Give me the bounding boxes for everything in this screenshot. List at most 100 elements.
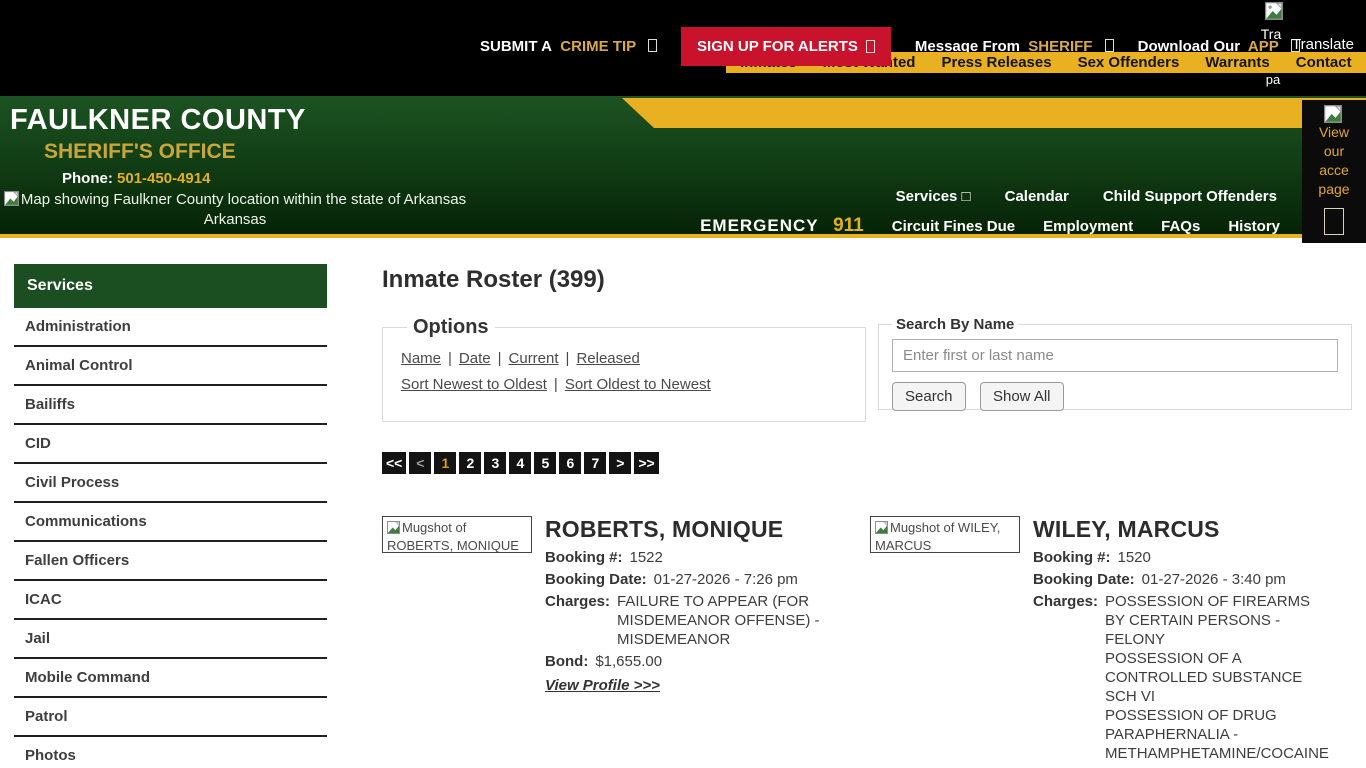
nav-calendar[interactable]: Calendar xyxy=(1005,188,1069,205)
filter-released-link[interactable]: Released xyxy=(576,350,639,367)
page-title: Inmate Roster (399) xyxy=(382,266,605,293)
pagination: << < 1 2 3 4 5 6 7 > >> xyxy=(382,452,1352,474)
charge-item: POSSESSION OF FIREARMS BY CERTAIN PERSON… xyxy=(1105,593,1311,649)
submit-tip-prefix: SUBMIT A xyxy=(480,37,552,55)
mugshot-image-fallback[interactable]: Mugshot of ROBERTS, MONIQUE xyxy=(382,516,532,553)
page-3-button[interactable]: 3 xyxy=(484,452,507,474)
sidebar-item-photos[interactable]: Photos xyxy=(14,737,327,768)
submit-crime-tip-link[interactable]: SUBMIT A CRIME TIP xyxy=(480,37,658,55)
search-panel: Search By Name Search Show All xyxy=(878,316,1352,411)
sort-newest-link[interactable]: Sort Newest to Oldest xyxy=(401,376,547,393)
accessibility-widget[interactable]: View our acce page xyxy=(1302,100,1366,243)
nav-circuit-fines-due[interactable]: Circuit Fines Due xyxy=(892,218,1015,235)
bond-row: Bond: $1,655.00 xyxy=(545,652,831,671)
bond-label: Bond: xyxy=(545,653,589,671)
separator: | xyxy=(565,350,570,367)
submit-tip-highlight: CRIME TIP xyxy=(560,37,636,55)
services-sidebar: Services Administration Animal Control B… xyxy=(14,264,327,768)
booking-number-row: Booking #: 1520 xyxy=(1033,548,1319,567)
booking-number-label: Booking #: xyxy=(545,549,623,566)
nav-history[interactable]: History xyxy=(1228,218,1280,235)
view-profile-link[interactable]: View Profile >>> xyxy=(545,677,660,694)
site-header: FAULKNER COUNTY SHERIFF'S OFFICE Phone: … xyxy=(0,96,1366,243)
charges-row: Charges: FAILURE TO APPEAR (FOR MISDEMEA… xyxy=(545,592,831,649)
translate-alt-fragment: Tra xyxy=(1260,26,1282,42)
filter-links: Name | Date | Current | Released xyxy=(401,350,847,367)
filter-name-link[interactable]: Name xyxy=(401,350,441,367)
page: SUBMIT A CRIME TIP SIGN UP FOR ALERTS Me… xyxy=(0,0,1366,768)
translate-widget[interactable]: Tra pa Translate xyxy=(1256,2,1354,96)
booking-date-label: Booking Date: xyxy=(545,571,647,589)
inmate-name: WILEY, MARCUS xyxy=(1033,516,1220,542)
charge-item: POSSESSION OF A CONTROLLED SUBSTANCE SCH… xyxy=(1105,650,1303,706)
separator: | xyxy=(448,350,452,367)
signup-label: SIGN UP FOR ALERTS xyxy=(697,37,858,55)
main-content: Inmate Roster (399) Options Name | Date | Cu… xyxy=(382,264,1352,768)
sidebar-item-fallen-officers[interactable]: Fallen Officers xyxy=(14,542,327,581)
missing-glyph-icon xyxy=(865,39,875,53)
page-5-button[interactable]: 5 xyxy=(534,452,557,474)
separator: | xyxy=(553,376,558,393)
charges-value: POSSESSION OF FIREARMS BY CERTAIN PERSON… xyxy=(1105,592,1329,763)
sidebar-item-mobile-command[interactable]: Mobile Command xyxy=(14,659,327,698)
charges-value: FAILURE TO APPEAR (FOR MISDEMEANOR OFFEN… xyxy=(617,592,831,649)
sidebar-item-bailiffs[interactable]: Bailiffs xyxy=(14,386,327,425)
site-brand: FAULKNER COUNTY SHERIFF'S OFFICE Phone: … xyxy=(10,104,306,187)
gold-diagonal-band xyxy=(622,98,1366,128)
page-last-button[interactable]: >> xyxy=(634,452,659,474)
booking-date-label: Booking Date: xyxy=(1033,571,1135,589)
sidebar-item-cid[interactable]: CID xyxy=(14,425,327,464)
phone-number[interactable]: 501-450-4914 xyxy=(117,170,210,187)
sort-oldest-link[interactable]: Sort Oldest to Newest xyxy=(565,376,711,393)
charge-item: FAILURE TO APPEAR (FOR MISDEMEANOR OFFEN… xyxy=(617,593,820,649)
emergency-number: 911 xyxy=(833,215,864,236)
nav-services[interactable]: Services □ xyxy=(896,188,971,205)
page-4-button[interactable]: 4 xyxy=(509,452,532,474)
inmate-card: Mugshot of WILEY, MARCUS WILEY, MARCUS B… xyxy=(870,516,1352,768)
page-prev-button[interactable]: < xyxy=(409,452,432,474)
charges-row: Charges: POSSESSION OF FIREARMS BY CERTA… xyxy=(1033,592,1329,763)
nav-warrants[interactable]: Warrants xyxy=(1205,54,1269,71)
inmate-details: WILEY, MARCUS Booking #: 1520 Booking Da… xyxy=(1033,516,1329,768)
search-name-input[interactable] xyxy=(892,339,1338,372)
page-1-button[interactable]: 1 xyxy=(434,452,457,474)
nav-child-support-offenders[interactable]: Child Support Offenders xyxy=(1103,188,1277,205)
search-buttons: Search Show All xyxy=(892,382,1338,411)
sidebar-item-administration[interactable]: Administration xyxy=(14,308,327,347)
page-6-button[interactable]: 6 xyxy=(559,452,582,474)
sign-up-for-alerts-button[interactable]: SIGN UP FOR ALERTS xyxy=(681,26,891,66)
page-2-button[interactable]: 2 xyxy=(459,452,482,474)
booking-date-row: Booking Date: 01-27-2026 - 7:26 pm xyxy=(545,570,831,589)
broken-image-icon xyxy=(387,521,400,534)
filter-current-link[interactable]: Current xyxy=(509,350,559,367)
show-all-button[interactable]: Show All xyxy=(979,382,1064,411)
booking-number-value: 1522 xyxy=(629,549,663,566)
page-first-button[interactable]: << xyxy=(382,452,407,474)
page-7-button[interactable]: 7 xyxy=(584,452,607,474)
nav-press-releases[interactable]: Press Releases xyxy=(941,54,1051,71)
mugshot-image-fallback[interactable]: Mugshot of WILEY, MARCUS xyxy=(870,516,1020,553)
missing-glyph-icon xyxy=(648,38,658,52)
nav-contact[interactable]: Contact xyxy=(1296,54,1352,71)
page-next-button[interactable]: > xyxy=(609,452,632,474)
inmate-details: ROBERTS, MONIQUE Booking #: 1522 Booking… xyxy=(545,516,831,695)
nav-faqs[interactable]: FAQs xyxy=(1161,218,1200,235)
broken-image-icon xyxy=(1260,2,1290,21)
inmate-card: Mugshot of ROBERTS, MONIQUE ROBERTS, MON… xyxy=(382,516,864,768)
nav-sex-offenders[interactable]: Sex Offenders xyxy=(1078,54,1180,71)
sidebar-item-communications[interactable]: Communications xyxy=(14,503,327,542)
search-button[interactable]: Search xyxy=(892,382,966,411)
sidebar-item-animal-control[interactable]: Animal Control xyxy=(14,347,327,386)
sidebar-item-civil-process[interactable]: Civil Process xyxy=(14,464,327,503)
options-legend: Options xyxy=(413,316,489,338)
sidebar-item-jail[interactable]: Jail xyxy=(14,620,327,659)
sidebar-item-icac[interactable]: ICAC xyxy=(14,581,327,620)
translate-alt-fragment: pa xyxy=(1265,72,1281,87)
filter-date-link[interactable]: Date xyxy=(459,350,491,367)
missing-glyph-icon xyxy=(1104,38,1114,52)
missing-glyph-icon xyxy=(1324,207,1344,235)
sidebar-item-patrol[interactable]: Patrol xyxy=(14,698,327,737)
nav-employment[interactable]: Employment xyxy=(1043,218,1133,235)
sort-links: Sort Newest to Oldest | Sort Oldest to New… xyxy=(401,376,847,393)
office-name: SHERIFF'S OFFICE xyxy=(44,140,236,163)
